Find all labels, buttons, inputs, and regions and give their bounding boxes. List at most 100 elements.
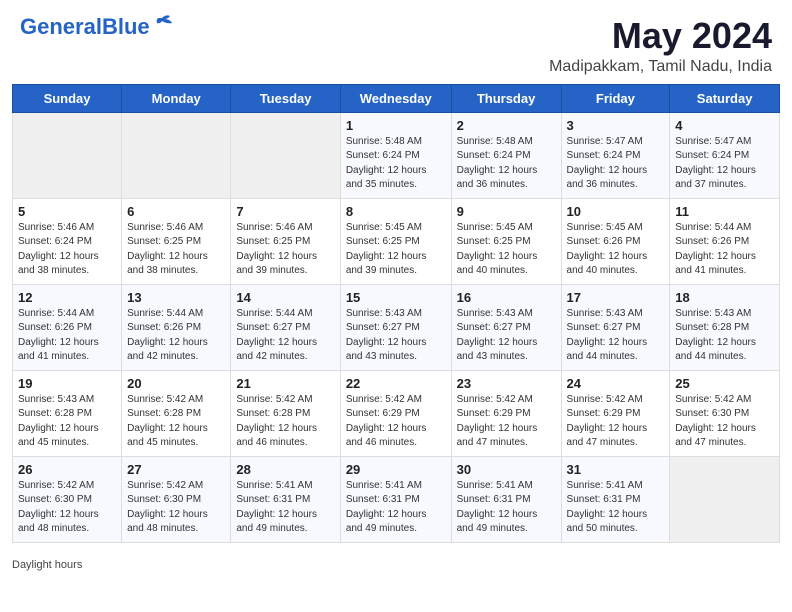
day-number: 7 (236, 204, 334, 219)
day-number: 24 (567, 376, 665, 391)
calendar-cell: 4Sunrise: 5:47 AM Sunset: 6:24 PM Daylig… (670, 112, 780, 198)
day-number: 10 (567, 204, 665, 219)
day-info: Sunrise: 5:48 AM Sunset: 6:24 PM Dayligh… (346, 135, 446, 193)
calendar-cell: 16 Sunrise: 5:43 AM Sunset: 6:27 PM Dayli… (451, 284, 561, 370)
day-number: 22 (346, 376, 446, 391)
calendar: SundayMondayTuesdayWednesdayThursdayFrid… (0, 84, 792, 555)
column-header-friday: Friday (561, 84, 670, 112)
column-header-tuesday: Tuesday (231, 84, 340, 112)
calendar-week-row: 12Sunrise: 5:44 AM Sunset: 6:26 PM Dayli… (13, 284, 780, 370)
calendar-cell (670, 456, 780, 542)
day-number: 8 (346, 204, 446, 219)
day-number: 17 (567, 290, 665, 305)
day-number: 9 (457, 204, 556, 219)
calendar-cell: 10Sunrise: 5:45 AM Sunset: 6:26 PM Dayli… (561, 198, 670, 284)
main-title: May 2024 (549, 16, 772, 56)
calendar-cell: 31 Sunrise: 5:41 AM Sunset: 6:31 PM Dayli… (561, 456, 670, 542)
day-info: Sunrise: 5:48 AM Sunset: 6:24 PM Dayligh… (457, 135, 556, 193)
day-info: Sunrise: 5:42 AM Sunset: 6:28 PM Dayligh… (127, 393, 225, 451)
calendar-cell: 14Sunrise: 5:44 AM Sunset: 6:27 PM Dayli… (231, 284, 340, 370)
day-info: Sunrise: 5:41 AM Sunset: 6:31 PM Dayligh… (236, 479, 334, 537)
column-header-monday: Monday (122, 84, 231, 112)
day-info: Sunrise: 5:44 AM Sunset: 6:26 PM Dayligh… (675, 221, 774, 279)
day-info: Sunrise: 5:46 AM Sunset: 6:25 PM Dayligh… (127, 221, 225, 279)
day-info: Sunrise: 5:42 AM Sunset: 6:30 PM Dayligh… (18, 479, 116, 537)
calendar-cell: 23 Sunrise: 5:42 AM Sunset: 6:29 PM Dayli… (451, 370, 561, 456)
calendar-cell: 21 Sunrise: 5:42 AM Sunset: 6:28 PM Dayli… (231, 370, 340, 456)
calendar-cell: 19Sunrise: 5:43 AM Sunset: 6:28 PM Dayli… (13, 370, 122, 456)
day-info: Sunrise: 5:46 AM Sunset: 6:25 PM Dayligh… (236, 221, 334, 279)
day-info: Sunrise: 5:44 AM Sunset: 6:26 PM Dayligh… (18, 307, 116, 365)
calendar-cell: 2Sunrise: 5:48 AM Sunset: 6:24 PM Daylig… (451, 112, 561, 198)
calendar-cell: 12Sunrise: 5:44 AM Sunset: 6:26 PM Dayli… (13, 284, 122, 370)
calendar-cell: 5 Sunrise: 5:46 AM Sunset: 6:24 PM Daylig… (13, 198, 122, 284)
page-header: GeneralBlue May 2024 Madipakkam, Tamil N… (0, 0, 792, 84)
logo-bird-icon (152, 14, 174, 32)
day-info: Sunrise: 5:44 AM Sunset: 6:26 PM Dayligh… (127, 307, 225, 365)
day-info: Sunrise: 5:43 AM Sunset: 6:27 PM Dayligh… (346, 307, 446, 365)
day-number: 6 (127, 204, 225, 219)
calendar-cell: 7 Sunrise: 5:46 AM Sunset: 6:25 PM Daylig… (231, 198, 340, 284)
day-number: 28 (236, 462, 334, 477)
day-info: Sunrise: 5:42 AM Sunset: 6:28 PM Dayligh… (236, 393, 334, 451)
title-block: May 2024 Madipakkam, Tamil Nadu, India (549, 16, 772, 76)
column-header-thursday: Thursday (451, 84, 561, 112)
day-info: Sunrise: 5:45 AM Sunset: 6:25 PM Dayligh… (457, 221, 556, 279)
calendar-cell: 11Sunrise: 5:44 AM Sunset: 6:26 PM Dayli… (670, 198, 780, 284)
day-info: Sunrise: 5:43 AM Sunset: 6:28 PM Dayligh… (675, 307, 774, 365)
calendar-cell: 28 Sunrise: 5:41 AM Sunset: 6:31 PM Dayli… (231, 456, 340, 542)
day-info: Sunrise: 5:43 AM Sunset: 6:27 PM Dayligh… (457, 307, 556, 365)
column-header-sunday: Sunday (13, 84, 122, 112)
day-number: 20 (127, 376, 225, 391)
day-number: 3 (567, 118, 665, 133)
calendar-week-row: 26 Sunrise: 5:42 AM Sunset: 6:30 PM Dayli… (13, 456, 780, 542)
day-number: 27 (127, 462, 225, 477)
calendar-cell: 30 Sunrise: 5:41 AM Sunset: 6:31 PM Dayli… (451, 456, 561, 542)
day-number: 23 (457, 376, 556, 391)
day-info: Sunrise: 5:41 AM Sunset: 6:31 PM Dayligh… (346, 479, 446, 537)
day-number: 14 (236, 290, 334, 305)
day-info: Sunrise: 5:45 AM Sunset: 6:25 PM Dayligh… (346, 221, 446, 279)
day-number: 4 (675, 118, 774, 133)
column-header-wednesday: Wednesday (340, 84, 451, 112)
day-number: 13 (127, 290, 225, 305)
calendar-cell (231, 112, 340, 198)
day-info: Sunrise: 5:43 AM Sunset: 6:27 PM Dayligh… (567, 307, 665, 365)
day-number: 19 (18, 376, 116, 391)
day-number: 31 (567, 462, 665, 477)
calendar-cell: 15 Sunrise: 5:43 AM Sunset: 6:27 PM Dayli… (340, 284, 451, 370)
calendar-cell: 8 Sunrise: 5:45 AM Sunset: 6:25 PM Daylig… (340, 198, 451, 284)
footer-note: Daylight hours (0, 555, 792, 577)
calendar-cell: 27Sunrise: 5:42 AM Sunset: 6:30 PM Dayli… (122, 456, 231, 542)
calendar-cell: 17 Sunrise: 5:43 AM Sunset: 6:27 PM Dayli… (561, 284, 670, 370)
calendar-week-row: 19Sunrise: 5:43 AM Sunset: 6:28 PM Dayli… (13, 370, 780, 456)
day-info: Sunrise: 5:46 AM Sunset: 6:24 PM Dayligh… (18, 221, 116, 279)
calendar-cell (122, 112, 231, 198)
calendar-cell: 24 Sunrise: 5:42 AM Sunset: 6:29 PM Dayli… (561, 370, 670, 456)
calendar-cell (13, 112, 122, 198)
day-info: Sunrise: 5:42 AM Sunset: 6:29 PM Dayligh… (346, 393, 446, 451)
day-info: Sunrise: 5:47 AM Sunset: 6:24 PM Dayligh… (567, 135, 665, 193)
calendar-cell: 9 Sunrise: 5:45 AM Sunset: 6:25 PM Daylig… (451, 198, 561, 284)
day-number: 25 (675, 376, 774, 391)
logo-text: GeneralBlue (20, 16, 150, 38)
day-info: Sunrise: 5:42 AM Sunset: 6:29 PM Dayligh… (457, 393, 556, 451)
subtitle: Madipakkam, Tamil Nadu, India (549, 58, 772, 76)
day-number: 16 (457, 290, 556, 305)
day-info: Sunrise: 5:41 AM Sunset: 6:31 PM Dayligh… (567, 479, 665, 537)
day-number: 30 (457, 462, 556, 477)
day-info: Sunrise: 5:42 AM Sunset: 6:29 PM Dayligh… (567, 393, 665, 451)
calendar-cell: 13 Sunrise: 5:44 AM Sunset: 6:26 PM Dayli… (122, 284, 231, 370)
calendar-cell: 1Sunrise: 5:48 AM Sunset: 6:24 PM Daylig… (340, 112, 451, 198)
day-number: 26 (18, 462, 116, 477)
calendar-week-row: 1Sunrise: 5:48 AM Sunset: 6:24 PM Daylig… (13, 112, 780, 198)
calendar-cell: 6 Sunrise: 5:46 AM Sunset: 6:25 PM Daylig… (122, 198, 231, 284)
day-number: 15 (346, 290, 446, 305)
calendar-week-row: 5 Sunrise: 5:46 AM Sunset: 6:24 PM Daylig… (13, 198, 780, 284)
calendar-header: SundayMondayTuesdayWednesdayThursdayFrid… (13, 84, 780, 112)
logo: GeneralBlue (20, 16, 174, 38)
calendar-cell: 3 Sunrise: 5:47 AM Sunset: 6:24 PM Daylig… (561, 112, 670, 198)
day-number: 21 (236, 376, 334, 391)
day-info: Sunrise: 5:41 AM Sunset: 6:31 PM Dayligh… (457, 479, 556, 537)
day-number: 5 (18, 204, 116, 219)
